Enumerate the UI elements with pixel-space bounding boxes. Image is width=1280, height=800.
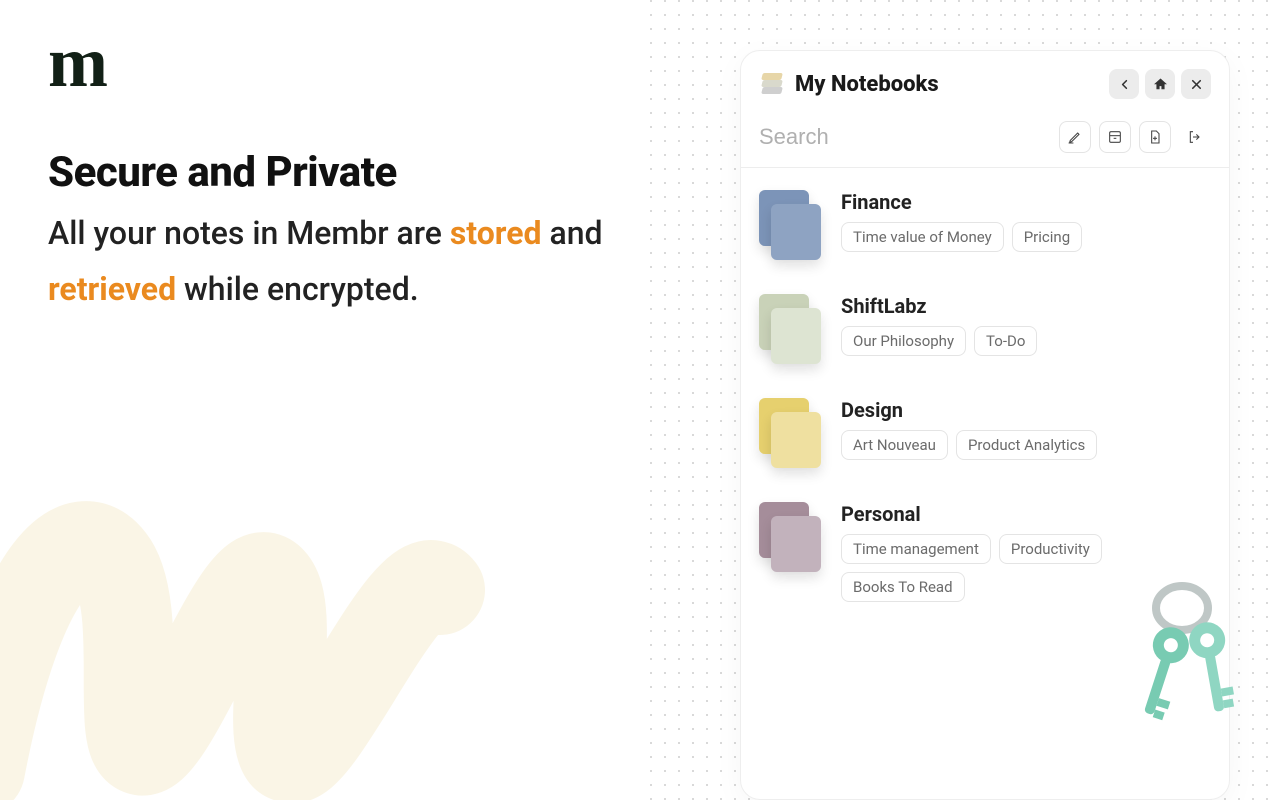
notebook-tag[interactable]: Productivity — [999, 534, 1102, 564]
notebook-tag[interactable]: Time value of Money — [841, 222, 1004, 252]
edit-button[interactable] — [1059, 121, 1091, 153]
home-button[interactable] — [1145, 69, 1175, 99]
back-button[interactable] — [1109, 69, 1139, 99]
notebooks-stack-icon — [759, 71, 785, 97]
notebook-title: ShiftLabz — [841, 294, 1211, 318]
notebook-cards-icon — [759, 190, 821, 260]
panel-title: My Notebooks — [795, 72, 939, 97]
new-note-button[interactable] — [1139, 121, 1171, 153]
notebook-tag[interactable]: To-Do — [974, 326, 1037, 356]
pen-icon — [1067, 129, 1083, 145]
notebook-cards-icon — [759, 398, 821, 468]
notebook-tag[interactable]: Product Analytics — [956, 430, 1097, 460]
archive-icon — [1107, 129, 1123, 145]
notebook-tag[interactable]: Books To Read — [841, 572, 965, 602]
notebook-title: Finance — [841, 190, 1211, 214]
notebook-item[interactable]: Design Art Nouveau Product Analytics — [759, 398, 1211, 468]
notebook-title: Design — [841, 398, 1211, 422]
membr-logo: m — [48, 34, 608, 92]
notebook-tag[interactable]: Art Nouveau — [841, 430, 948, 460]
notebook-item[interactable]: Finance Time value of Money Pricing — [759, 190, 1211, 260]
logout-button[interactable] — [1179, 121, 1211, 153]
notebook-tag[interactable]: Our Philosophy — [841, 326, 966, 356]
notebook-tag[interactable]: Time management — [841, 534, 991, 564]
hero-description: All your notes in Membr are stored and r… — [48, 205, 608, 317]
notebook-item[interactable]: ShiftLabz Our Philosophy To-Do — [759, 294, 1211, 364]
close-button[interactable] — [1181, 69, 1211, 99]
archive-button[interactable] — [1099, 121, 1131, 153]
notebook-title: Personal — [841, 502, 1211, 526]
notebook-tag[interactable]: Pricing — [1012, 222, 1082, 252]
watermark-m — [0, 410, 500, 800]
notebook-cards-icon — [759, 294, 821, 364]
hero-title: Secure and Private — [48, 148, 608, 197]
exit-icon — [1187, 129, 1203, 145]
file-plus-icon — [1147, 129, 1163, 145]
notebook-cards-icon — [759, 502, 821, 572]
search-input[interactable] — [759, 124, 1051, 150]
keys-illustration — [1124, 580, 1244, 750]
